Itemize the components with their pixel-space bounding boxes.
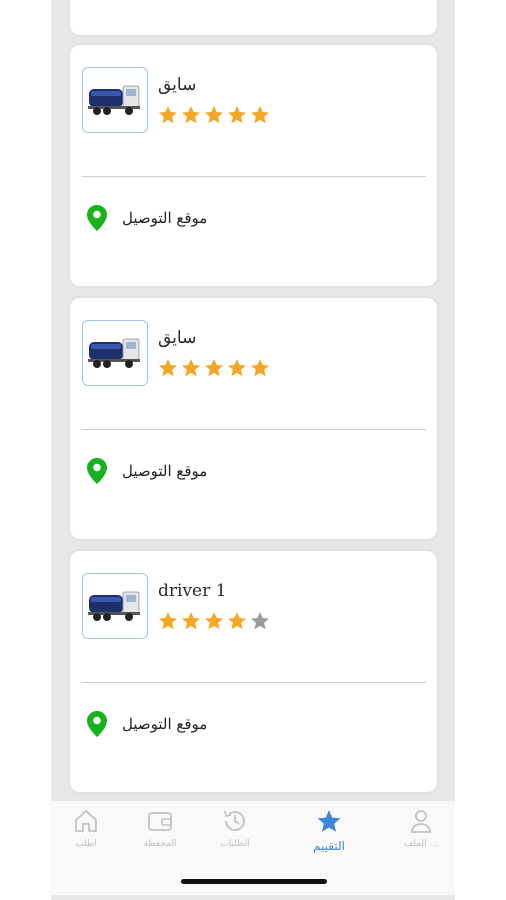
tab-profile-label: الملف ... (403, 839, 439, 849)
tab-order[interactable]: اطلب (56, 807, 116, 861)
star-filled-icon (228, 106, 246, 124)
star-icon (317, 810, 341, 832)
star-filled-icon (159, 612, 177, 630)
tab-wallet[interactable]: المحفظة (130, 807, 190, 861)
delivery-location-link[interactable]: موقع التوصيل (86, 203, 207, 233)
star-filled-icon (205, 359, 223, 377)
tanker-truck-icon (88, 85, 140, 115)
rating-card[interactable]: سايق موقع التوصيل (70, 298, 437, 539)
rating-stars (158, 358, 270, 378)
tab-orders[interactable]: الطلبات (205, 807, 265, 861)
driver-name: سايق (158, 328, 197, 348)
delivery-location-link[interactable]: موقع التوصيل (86, 709, 207, 739)
delivery-location-label: موقع التوصيل (122, 715, 208, 733)
rating-card[interactable]: سايق موقع التوصيل (70, 45, 437, 286)
star-filled-icon (205, 106, 223, 124)
location-pin-icon (87, 711, 107, 737)
star-filled-icon (182, 106, 200, 124)
previous-rating-card (70, 0, 437, 35)
rating-stars (158, 611, 270, 631)
star-filled-icon (159, 359, 177, 377)
star-filled-icon (205, 612, 223, 630)
truck-image (82, 320, 148, 386)
tab-profile[interactable]: الملف ... (391, 807, 451, 861)
rating-stars (158, 105, 270, 125)
truck-image (82, 573, 148, 639)
star-filled-icon (182, 359, 200, 377)
tab-orders-label: الطلبات (220, 839, 250, 849)
location-pin-icon (87, 458, 107, 484)
home-indicator (181, 879, 327, 884)
delivery-location-link[interactable]: موقع التوصيل (86, 456, 207, 486)
tanker-truck-icon (88, 338, 140, 368)
star-filled-icon (228, 359, 246, 377)
driver-name: سايق (158, 75, 197, 95)
history-icon (224, 810, 245, 831)
divider (81, 429, 426, 430)
star-empty-icon (251, 612, 269, 630)
delivery-location-label: موقع التوصيل (122, 462, 208, 480)
truck-image (82, 67, 148, 133)
tab-wallet-label: المحفظة (143, 839, 177, 849)
star-filled-icon (182, 612, 200, 630)
tab-rating-label: التقييم (313, 839, 345, 853)
star-filled-icon (251, 106, 269, 124)
star-filled-icon (251, 359, 269, 377)
driver-name: driver 1 (158, 581, 227, 601)
wallet-icon (148, 812, 172, 831)
location-pin-icon (87, 205, 107, 231)
star-filled-icon (159, 106, 177, 124)
divider (81, 176, 426, 177)
star-filled-icon (228, 612, 246, 630)
tanker-truck-icon (88, 591, 140, 621)
home-icon (75, 810, 97, 832)
rating-card[interactable]: driver 1 موقع التوصيل (70, 551, 437, 792)
profile-icon (411, 810, 431, 833)
tab-order-label: اطلب (75, 839, 97, 849)
tab-rating[interactable]: التقييم (299, 807, 359, 861)
delivery-location-label: موقع التوصيل (122, 209, 208, 227)
divider (81, 682, 426, 683)
